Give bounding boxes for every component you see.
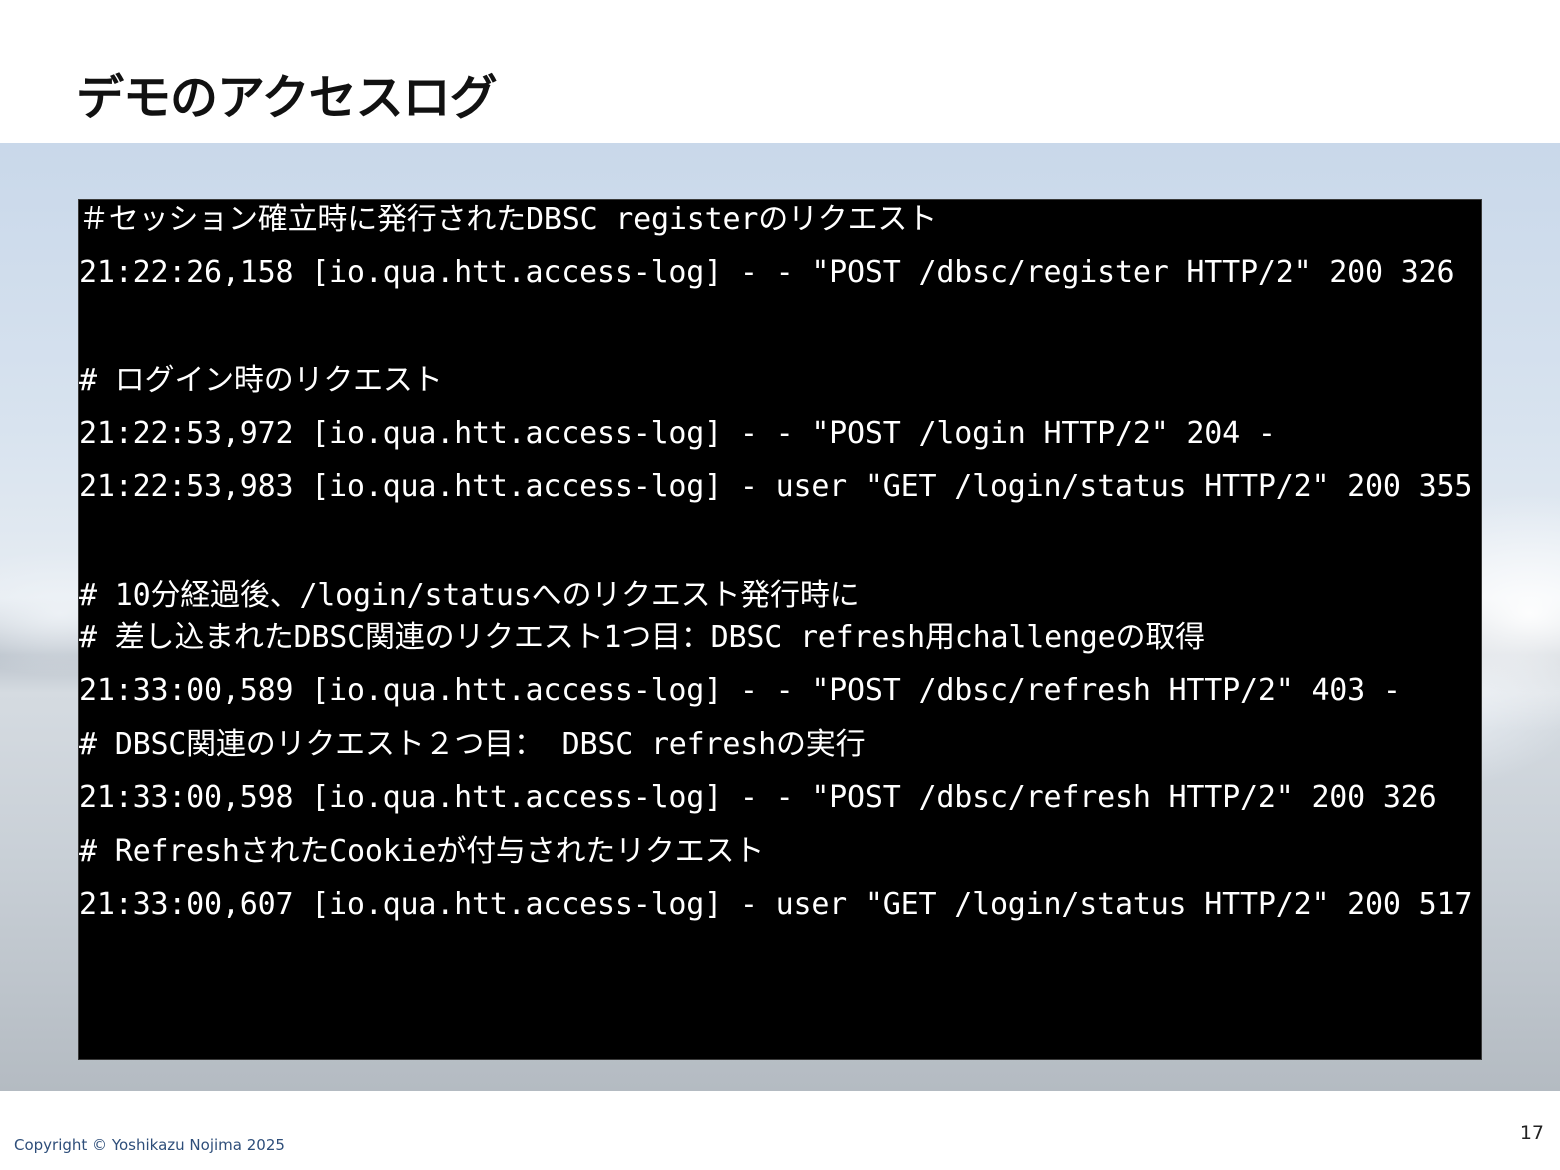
access-log-panel: ＃セッション確立時に発行されたDBSC registerのリクエスト 21:22… [78, 199, 1482, 1060]
log-comment-after-10min: # 10分経過後、/login/statusへのリクエスト発行時に [79, 578, 860, 613]
log-entry-register: 21:22:26,158 [io.qua.htt.access-log] - -… [79, 255, 1455, 290]
slide-title: デモのアクセスログ [76, 70, 498, 126]
log-comment-refreshed-cookie: # RefreshされたCookieが付与されたリクエスト [79, 834, 765, 869]
page-number: 17 [1519, 1122, 1544, 1144]
log-entry-login-post: 21:22:53,972 [io.qua.htt.access-log] - -… [79, 416, 1276, 451]
log-comment-refresh-exec: # DBSC関連のリクエスト２つ目： DBSC refreshの実行 [79, 727, 866, 762]
log-comment-refresh-challenge: # 差し込まれたDBSC関連のリクエスト1つ目：DBSC refresh用cha… [79, 620, 1205, 655]
log-comment-login: # ログイン時のリクエスト [79, 363, 443, 398]
log-comment-register: ＃セッション確立時に発行されたDBSC registerのリクエスト [79, 202, 937, 237]
log-entry-refresh-403: 21:33:00,589 [io.qua.htt.access-log] - -… [79, 673, 1401, 708]
copyright-text: Copyright © Yoshikazu Nojima 2025 [14, 1136, 285, 1154]
log-entry-refresh-200: 21:33:00,598 [io.qua.htt.access-log] - -… [79, 780, 1437, 815]
log-entry-login-status: 21:22:53,983 [io.qua.htt.access-log] - u… [79, 469, 1473, 504]
log-entry-login-status-2: 21:33:00,607 [io.qua.htt.access-log] - u… [79, 887, 1473, 922]
